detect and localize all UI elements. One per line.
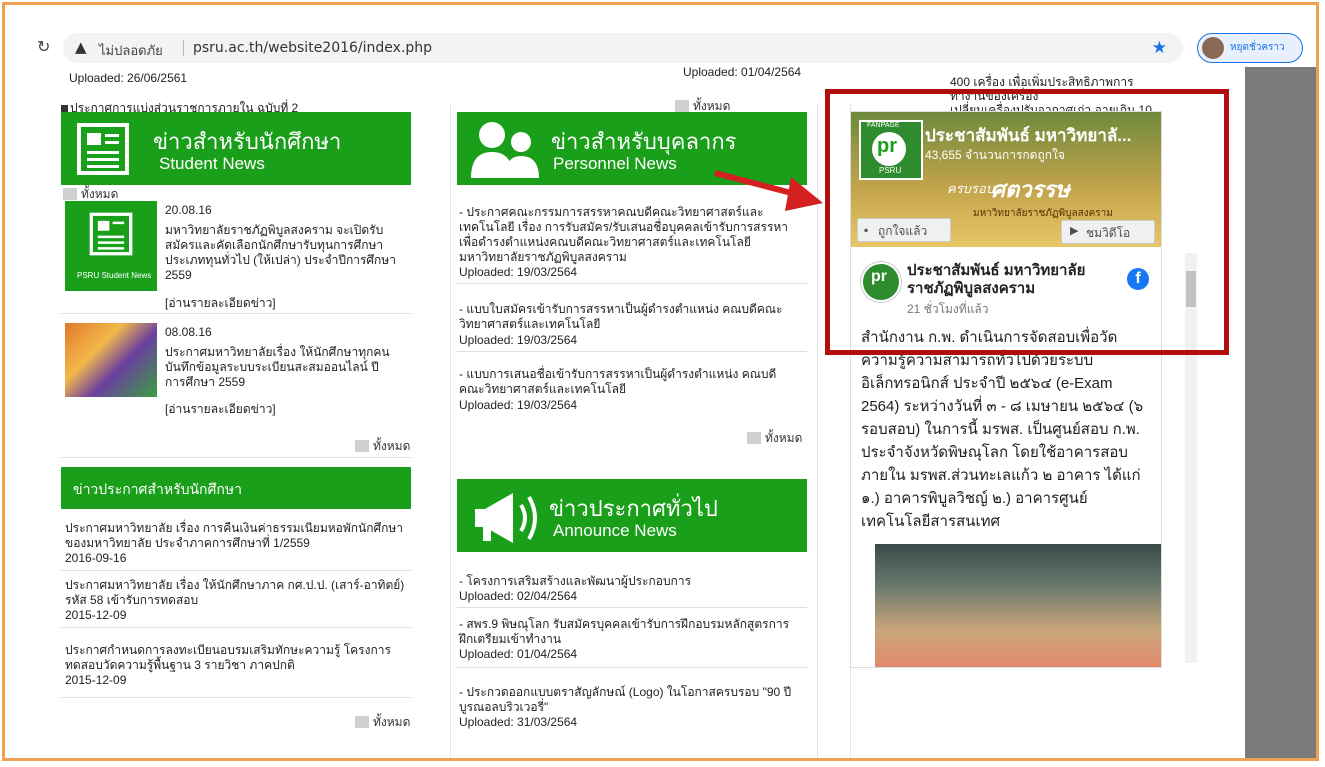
divider bbox=[457, 607, 807, 608]
chevron-right-icon bbox=[675, 100, 689, 112]
divider bbox=[457, 351, 807, 352]
news-date: 08.08.16 bbox=[165, 325, 212, 339]
announce-item[interactable]: ประกาศมหาวิทยาลัย เรื่อง การคืนเงินค่าธร… bbox=[65, 521, 405, 551]
newspaper-icon bbox=[77, 123, 129, 175]
divider bbox=[61, 313, 411, 314]
student-news-header[interactable]: ข่าวสำหรับนักศึกษา Student News bbox=[61, 112, 411, 185]
reload-icon[interactable]: ↻ bbox=[37, 37, 50, 56]
profile-label: หยุดชั่วคราว bbox=[1230, 42, 1285, 53]
announce-news-item[interactable]: - สพร.9 พิษณุโลก รับสมัครบุคคลเข้ารับการ… bbox=[459, 617, 799, 647]
announce-news-item[interactable]: - โครงการเสริมสร้างและพัฒนาผู้ประกอบการ bbox=[459, 574, 799, 589]
bookmark-star-icon[interactable]: ★ bbox=[1152, 38, 1167, 58]
url-text[interactable]: psru.ac.th/website2016/index.php bbox=[193, 40, 432, 56]
divider bbox=[61, 697, 411, 698]
avatar bbox=[1202, 37, 1224, 59]
security-label[interactable]: ไม่ปลอดภัย bbox=[99, 40, 163, 61]
student-announce-header[interactable]: ข่าวประกาศสำหรับนักศึกษา bbox=[61, 467, 411, 509]
post-text: สำนักงาน ก.พ. ดำเนินการจัดสอบเพื่อวัดควา… bbox=[861, 329, 1144, 530]
more-link-label[interactable]: ทั้งหมด bbox=[373, 715, 410, 729]
chevron-right-icon bbox=[355, 440, 369, 452]
upload-date: Uploaded: 19/03/2564 bbox=[459, 265, 578, 279]
browser-toolbar: ↻ ▲ ไม่ปลอดภัย psru.ac.th/website2016/in… bbox=[5, 31, 1316, 67]
upload-date: Uploaded: 02/04/2564 bbox=[459, 589, 578, 603]
more-link[interactable]: ทั้งหมด bbox=[355, 713, 410, 732]
news-thumbnail[interactable] bbox=[65, 323, 157, 397]
uploaded-date: Uploaded: 01/04/2564 bbox=[683, 65, 802, 79]
upload-date: Uploaded: 31/03/2564 bbox=[459, 715, 578, 729]
upload-date: Uploaded: 01/04/2564 bbox=[459, 647, 578, 661]
page-content: Uploaded: 26/06/2561 Uploaded: 01/04/256… bbox=[5, 65, 1316, 758]
divider bbox=[61, 457, 411, 458]
address-bar[interactable]: ▲ ไม่ปลอดภัย psru.ac.th/website2016/inde… bbox=[63, 33, 1183, 63]
more-link-label[interactable]: ทั้งหมด bbox=[765, 431, 802, 445]
thumbnail-caption: PSRU Student News bbox=[77, 271, 152, 280]
more-link[interactable]: ทั้งหมด bbox=[355, 437, 410, 456]
announce-news-item[interactable]: - ประกวดออกแบบตราสัญลักษณ์ (Logo) ในโอกา… bbox=[459, 685, 799, 715]
upload-date: Uploaded: 19/03/2564 bbox=[459, 398, 578, 412]
student-announce-title: ข่าวประกาศสำหรับนักศึกษา bbox=[73, 481, 242, 497]
personnel-news-item[interactable]: - แบบการเสนอชื่อเข้ารับการสรรหาเป็นผู้ดำ… bbox=[459, 367, 799, 397]
read-more-link[interactable]: [อ่านรายละเอียดข่าว] bbox=[165, 294, 276, 313]
read-more-link[interactable]: [อ่านรายละเอียดข่าว] bbox=[165, 400, 276, 419]
warning-icon[interactable]: ▲ bbox=[75, 38, 87, 56]
post-photo[interactable] bbox=[875, 544, 1161, 667]
profile-button[interactable]: หยุดชั่วคราว bbox=[1197, 33, 1303, 63]
divider bbox=[457, 283, 807, 284]
divider bbox=[457, 667, 807, 668]
page-side-gutter bbox=[1245, 67, 1316, 758]
newspaper-icon bbox=[89, 212, 133, 256]
megaphone-icon bbox=[475, 493, 537, 543]
screenshot-frame: ↻ ▲ ไม่ปลอดภัย psru.ac.th/website2016/in… bbox=[2, 2, 1319, 761]
more-link-label[interactable]: ทั้งหมด bbox=[81, 187, 118, 201]
column-divider bbox=[450, 103, 451, 758]
announce-item[interactable]: ประกาศมหาวิทยาลัย เรื่อง ให้นักศึกษาภาค … bbox=[65, 578, 405, 608]
bullet-icon bbox=[61, 105, 68, 112]
announce-date: 2015-12-09 bbox=[65, 608, 127, 622]
uploaded-date: Uploaded: 26/06/2561 bbox=[69, 71, 188, 85]
news-thumbnail[interactable]: PSRU Student News bbox=[65, 201, 157, 291]
red-arrow-annotation bbox=[714, 170, 823, 211]
announce-date: 2015-12-09 bbox=[65, 673, 127, 687]
news-date: 20.08.16 bbox=[165, 203, 212, 217]
more-link-label[interactable]: ทั้งหมด bbox=[693, 99, 730, 113]
more-link[interactable]: ทั้งหมด bbox=[747, 429, 802, 448]
announce-news-subtitle: Announce News bbox=[553, 521, 677, 540]
people-icon bbox=[471, 122, 539, 178]
personnel-news-subtitle: Personnel News bbox=[553, 154, 677, 173]
red-highlight-annotation bbox=[825, 89, 1229, 355]
chevron-right-icon bbox=[63, 188, 77, 200]
announce-date: 2016-09-16 bbox=[65, 551, 127, 565]
chevron-right-icon bbox=[355, 716, 369, 728]
news-headline[interactable]: มหาวิทยาลัยราชภัฏพิบูลสงคราม จะเปิดรับสม… bbox=[165, 223, 410, 283]
news-headline[interactable]: ประกาศมหาวิทยาลัยเรื่อง ให้นักศึกษาทุกคน… bbox=[165, 345, 395, 390]
chevron-right-icon bbox=[747, 432, 761, 444]
more-link-label[interactable]: ทั้งหมด bbox=[373, 439, 410, 453]
omnibox-separator bbox=[183, 40, 184, 56]
announce-news-header[interactable]: ข่าวประกาศทั่วไป Announce News bbox=[457, 479, 807, 552]
upload-date: Uploaded: 19/03/2564 bbox=[459, 333, 578, 347]
announce-item[interactable]: ประกาศกำหนดการลงทะเบียนอบรมเสริมทักษะควา… bbox=[65, 643, 405, 673]
divider bbox=[61, 627, 411, 628]
personnel-news-item[interactable]: - แบบใบสมัครเข้ารับการสรรหาเป็นผู้ดำรงตำ… bbox=[459, 302, 799, 332]
student-news-subtitle: Student News bbox=[159, 154, 265, 173]
divider bbox=[61, 570, 411, 571]
